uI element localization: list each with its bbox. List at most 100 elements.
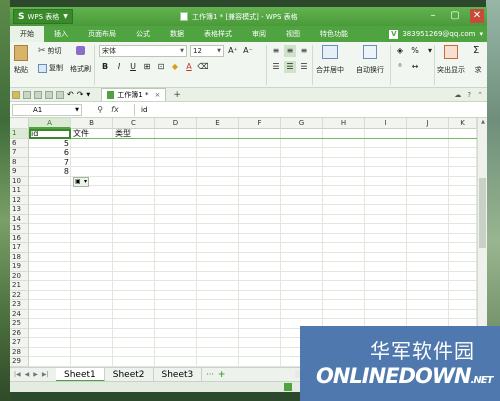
print-preview-icon[interactable] [45, 90, 53, 99]
cell-b1[interactable]: 文件 [71, 129, 113, 139]
increase-decimal-icon[interactable]: ↔ [409, 61, 421, 73]
paste-button[interactable]: 粘贴 [14, 45, 28, 75]
border-icon[interactable]: ⊞ [141, 61, 153, 73]
row-header-26[interactable]: 26 [10, 328, 29, 338]
row-header-14[interactable]: 14 [10, 214, 29, 224]
close-button[interactable]: ✕ [470, 9, 484, 23]
column-header-f[interactable]: F [239, 118, 281, 129]
clear-format-icon[interactable]: ⌫ [197, 61, 209, 73]
column-header-a[interactable]: A [29, 118, 71, 129]
column-header-e[interactable]: E [197, 118, 239, 129]
redo-icon[interactable]: ↷ [77, 90, 84, 99]
column-header-b[interactable]: B [71, 118, 113, 129]
sheet-tab-2[interactable]: Sheet2 [105, 367, 154, 382]
tab-review[interactable]: 审阅 [242, 26, 276, 42]
row-header-12[interactable]: 12 [10, 195, 29, 205]
align-top-icon[interactable]: ≡ [270, 45, 282, 57]
row-header-24[interactable]: 24 [10, 309, 29, 319]
underline-button[interactable]: U [127, 61, 139, 73]
add-sheet-button[interactable]: + [218, 370, 226, 380]
print-icon[interactable] [34, 90, 42, 99]
highlight-button[interactable]: 突出显示 [437, 45, 465, 75]
row-header-9[interactable]: 9 [10, 167, 29, 177]
align-left-icon[interactable]: ☰ [270, 61, 282, 73]
tab-page-layout[interactable]: 页面布局 [78, 26, 126, 42]
row-header-23[interactable]: 23 [10, 300, 29, 310]
cloud-icon[interactable]: ☁ [454, 91, 461, 99]
select-all-corner[interactable] [10, 118, 29, 129]
font-name-select[interactable]: 宋体 ▼ [99, 45, 187, 57]
formula-input[interactable]: id [134, 103, 487, 116]
paste-options-button[interactable]: ▣ ▾ [73, 176, 89, 187]
document-tab[interactable]: 工作簿1 * × [101, 88, 167, 101]
cell-a8[interactable]: 7 [29, 158, 71, 168]
close-tab-icon[interactable]: × [154, 91, 160, 99]
name-box[interactable]: A1 ▼ [12, 103, 82, 116]
copy-button[interactable]: 复制 [38, 63, 63, 73]
font-color-icon[interactable]: A [183, 61, 195, 73]
currency-icon[interactable]: ◈ [394, 45, 406, 57]
row-header-18[interactable]: 18 [10, 252, 29, 262]
tab-table-style[interactable]: 表格样式 [194, 26, 242, 42]
sum-button[interactable]: Σ 求 [473, 45, 483, 75]
row-header-21[interactable]: 21 [10, 281, 29, 291]
collapse-icon[interactable]: ⌃ [477, 91, 483, 99]
chevron-down-icon[interactable]: ▼ [86, 92, 90, 98]
column-header-d[interactable]: D [155, 118, 197, 129]
align-right-icon[interactable]: ☰ [298, 61, 310, 73]
italic-button[interactable]: I [113, 61, 125, 73]
next-sheet-icon[interactable]: ▶ [33, 371, 38, 378]
row-header-20[interactable]: 20 [10, 271, 29, 281]
account-area[interactable]: V 383951269@qq.com ▾ [389, 29, 483, 39]
row-header-22[interactable]: 22 [10, 290, 29, 300]
cut-button[interactable]: ✂ 剪切 [38, 46, 63, 56]
tab-formulas[interactable]: 公式 [126, 26, 160, 42]
scroll-thumb[interactable] [479, 178, 486, 248]
row-header-27[interactable]: 27 [10, 338, 29, 348]
minimize-button[interactable]: – [426, 9, 440, 23]
row-header-29[interactable]: 29 [10, 357, 29, 367]
column-header-j[interactable]: J [407, 118, 449, 129]
row-header-15[interactable]: 15 [10, 224, 29, 234]
format-painter-button[interactable]: 格式刷 [70, 46, 91, 74]
merge-center-button[interactable]: 合并居中 [316, 45, 344, 75]
maximize-button[interactable]: ▢ [448, 9, 462, 23]
cell-a6[interactable]: 5 [29, 139, 71, 149]
auto-wrap-button[interactable]: 自动换行 [356, 45, 384, 75]
column-header-k[interactable]: K [449, 118, 477, 129]
font-size-select[interactable]: 12 ▼ [190, 45, 224, 57]
cell-a9[interactable]: 8 [29, 167, 71, 177]
sheet-tab-1[interactable]: Sheet1 [56, 367, 105, 382]
fx-icon[interactable]: fx [111, 105, 119, 114]
align-middle-icon[interactable]: ≡ [284, 45, 296, 57]
cell-c1[interactable]: 类型 [113, 129, 155, 139]
column-header-h[interactable]: H [323, 118, 365, 129]
new-tab-button[interactable]: + [173, 90, 181, 100]
percent-button[interactable]: % [409, 45, 421, 57]
open-folder-icon[interactable] [12, 90, 20, 99]
sheet-tab-3[interactable]: Sheet3 [154, 367, 203, 382]
last-sheet-icon[interactable]: ▶| [42, 371, 49, 378]
row-header-7[interactable]: 7 [10, 148, 29, 158]
tab-special-features[interactable]: 特色功能 [310, 26, 358, 42]
row-header-17[interactable]: 17 [10, 243, 29, 253]
tab-data[interactable]: 数据 [160, 26, 194, 42]
grow-font-button[interactable]: A⁺ [227, 45, 239, 57]
row-header-19[interactable]: 19 [10, 262, 29, 272]
row-header-16[interactable]: 16 [10, 233, 29, 243]
row-header-28[interactable]: 28 [10, 347, 29, 357]
prev-sheet-icon[interactable]: ◀ [25, 371, 30, 378]
export-icon[interactable] [56, 90, 64, 99]
merge-cells-icon[interactable]: ⊡ [155, 61, 167, 73]
app-menu-button[interactable]: S WPS 表格 ▼ [13, 9, 73, 24]
save-icon[interactable] [23, 90, 31, 99]
row-header-10[interactable]: 10 [10, 176, 29, 186]
scroll-up-icon[interactable]: ▲ [478, 119, 487, 125]
more-sheets-button[interactable]: ··· [202, 370, 218, 379]
row-header-8[interactable]: 8 [10, 157, 29, 167]
shrink-font-button[interactable]: A⁻ [242, 45, 254, 57]
tab-insert[interactable]: 插入 [44, 26, 78, 42]
column-header-i[interactable]: I [365, 118, 407, 129]
undo-icon[interactable]: ↶ [67, 90, 74, 99]
row-header-13[interactable]: 13 [10, 205, 29, 215]
